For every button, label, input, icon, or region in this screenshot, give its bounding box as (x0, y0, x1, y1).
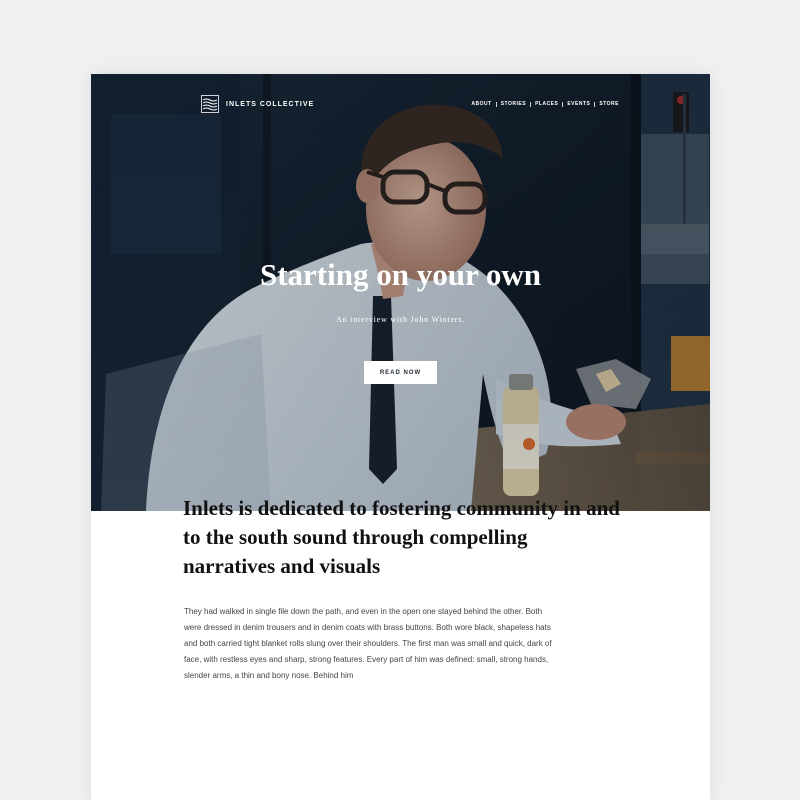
nav-separator (594, 101, 596, 107)
nav-item-about[interactable]: ABOUT (471, 101, 491, 107)
brand[interactable]: INLETS COLLECTIVE (201, 95, 314, 113)
brand-name: INLETS COLLECTIVE (226, 100, 315, 108)
hero-section: INLETS COLLECTIVE ABOUT STORIES PLACES E… (91, 74, 710, 511)
waves-icon (201, 95, 219, 113)
nav-separator (562, 101, 564, 107)
intro-heading: Inlets is dedicated to fostering communi… (183, 496, 620, 578)
nav-item-places[interactable]: PLACES (535, 101, 558, 107)
hero-title: Starting on your own (259, 257, 542, 292)
top-navigation: INLETS COLLECTIVE ABOUT STORIES PLACES E… (201, 94, 619, 114)
nav-separator (530, 101, 532, 107)
nav-separator (495, 101, 497, 107)
web-page-mockup: INLETS COLLECTIVE ABOUT STORIES PLACES E… (91, 74, 710, 800)
nav-item-stories[interactable]: STORIES (501, 101, 526, 107)
nav-item-store[interactable]: STORE (599, 101, 619, 107)
main-menu: ABOUT STORIES PLACES EVENTS STORE (471, 101, 619, 107)
hero-subtitle: An interview with John Winters. (336, 315, 465, 324)
body-paragraph: They had walked in single file down the … (184, 607, 552, 680)
nav-item-events[interactable]: EVENTS (567, 101, 590, 107)
read-now-button[interactable]: READ NOW (364, 361, 437, 384)
